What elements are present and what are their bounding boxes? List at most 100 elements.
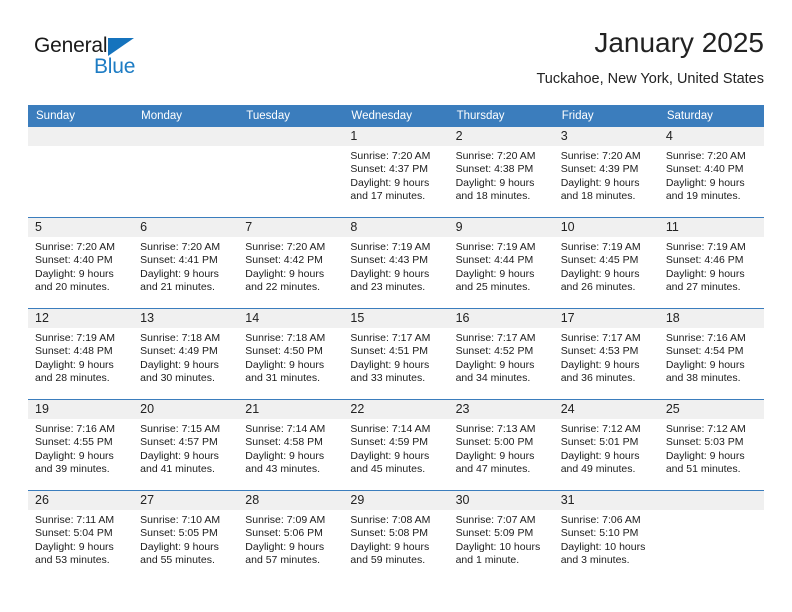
daylight-text-line1: Daylight: 9 hours	[245, 267, 325, 280]
title-block: January 2025 Tuckahoe, New York, United …	[536, 26, 764, 89]
daylight-text-line2: and 20 minutes.	[35, 281, 110, 294]
daylight-text-line2: and 1 minute.	[455, 554, 520, 567]
calendar-day-cell[interactable]: 10 Sunrise: 7:19 AM Sunset: 4:45 PM Dayligh…	[553, 217, 659, 309]
daylight-text-line2: and 47 minutes.	[455, 463, 531, 476]
calendar-day-cell[interactable]: 16 Sunrise: 7:17 AM Sunset: 4:52 PM Dayligh…	[448, 308, 554, 400]
sunset-text: Sunset: 5:01 PM	[560, 436, 639, 449]
sunset-text: Sunset: 5:10 PM	[560, 527, 639, 540]
calendar-day-cell[interactable]: 14 Sunrise: 7:18 AM Sunset: 4:50 PM Dayligh…	[238, 308, 344, 400]
sunset-text: Sunset: 4:48 PM	[35, 345, 113, 358]
day-details: Sunrise: 7:06 AM Sunset: 5:10 PM Daylight:…	[554, 510, 659, 568]
daylight-text-line1: Daylight: 9 hours	[455, 267, 535, 280]
calendar-day-cell[interactable]: 27 Sunrise: 7:10 AM Sunset: 5:05 PM Dayligh…	[133, 490, 239, 581]
calendar-day-cell[interactable]: 20 Sunrise: 7:15 AM Sunset: 4:57 PM Dayligh…	[133, 399, 239, 491]
calendar-day-cell[interactable]: 9 Sunrise: 7:19 AM Sunset: 4:44 PM Daylight…	[448, 217, 554, 309]
sunrise-text: Sunrise: 7:06 AM	[560, 514, 641, 526]
calendar-day-cell[interactable]: 15 Sunrise: 7:17 AM Sunset: 4:51 PM Dayligh…	[343, 308, 449, 400]
daylight-text-line1: Daylight: 9 hours	[35, 449, 114, 462]
calendar-cell-inner: 26 Sunrise: 7:11 AM Sunset: 5:04 PM Dayligh…	[28, 491, 134, 581]
calendar-day-cell[interactable]: 29 Sunrise: 7:08 AM Sunset: 5:08 PM Dayligh…	[343, 490, 449, 581]
day-details: Sunrise: 7:20 AM Sunset: 4:40 PM Daylight:…	[28, 237, 133, 295]
sunset-text: Sunset: 5:05 PM	[140, 527, 218, 540]
daylight-text-line2: and 30 minutes.	[140, 372, 215, 385]
daylight-text-line1: Daylight: 9 hours	[350, 449, 430, 462]
sunset-text: Sunset: 4:57 PM	[140, 436, 218, 449]
daylight-text-line2: and 39 minutes.	[35, 463, 110, 476]
calendar-day-cell[interactable]: 22 Sunrise: 7:14 AM Sunset: 4:59 PM Dayligh…	[343, 399, 449, 491]
calendar-day-cell[interactable]: 1 Sunrise: 7:20 AM Sunset: 4:37 PM Daylight…	[343, 127, 449, 218]
day-details: Sunrise: 7:20 AM Sunset: 4:39 PM Daylight:…	[554, 146, 659, 204]
sunrise-text: Sunrise: 7:19 AM	[665, 241, 746, 253]
day-details: Sunrise: 7:17 AM Sunset: 4:53 PM Daylight:…	[554, 328, 659, 386]
day-details: Sunrise: 7:19 AM Sunset: 4:45 PM Daylight:…	[554, 237, 659, 295]
calendar-cell-inner: 30 Sunrise: 7:07 AM Sunset: 5:09 PM Dayligh…	[448, 491, 554, 581]
calendar-day-cell[interactable]: 13 Sunrise: 7:18 AM Sunset: 4:49 PM Dayligh…	[133, 308, 239, 400]
calendar-day-cell[interactable]: 17 Sunrise: 7:17 AM Sunset: 4:53 PM Dayligh…	[553, 308, 659, 400]
daylight-text-line2: and 36 minutes.	[560, 372, 636, 385]
calendar-day-cell[interactable]: 5 Sunrise: 7:20 AM Sunset: 4:40 PM Daylight…	[28, 217, 134, 309]
calendar-day-cell[interactable]: 26 Sunrise: 7:11 AM Sunset: 5:04 PM Dayligh…	[28, 490, 134, 581]
day-number: 5	[28, 218, 134, 237]
general-blue-logo[interactable]: General Blue	[34, 34, 214, 86]
sunrise-text: Sunrise: 7:11 AM	[35, 514, 115, 526]
day-number: 27	[133, 491, 239, 510]
day-number: 4	[658, 127, 764, 146]
calendar-cell-inner: 17 Sunrise: 7:17 AM Sunset: 4:53 PM Dayligh…	[553, 309, 659, 400]
day-number	[238, 127, 344, 146]
calendar-cell-inner: 31 Sunrise: 7:06 AM Sunset: 5:10 PM Dayligh…	[553, 491, 659, 581]
day-number: 21	[238, 400, 344, 419]
calendar-day-cell[interactable]: 3 Sunrise: 7:20 AM Sunset: 4:39 PM Daylight…	[553, 127, 659, 218]
day-details: Sunrise: 7:20 AM Sunset: 4:37 PM Daylight:…	[343, 146, 448, 204]
calendar-day-cell[interactable]: 25 Sunrise: 7:12 AM Sunset: 5:03 PM Dayligh…	[658, 399, 764, 491]
day-number: 30	[448, 491, 554, 510]
calendar-cell-inner: 29 Sunrise: 7:08 AM Sunset: 5:08 PM Dayligh…	[343, 491, 449, 581]
calendar-day-cell[interactable]: 31 Sunrise: 7:06 AM Sunset: 5:10 PM Dayligh…	[553, 490, 659, 581]
sunset-text: Sunset: 4:50 PM	[245, 345, 323, 358]
sunrise-text: Sunrise: 7:16 AM	[665, 332, 746, 344]
calendar-day-cell[interactable]: 19 Sunrise: 7:16 AM Sunset: 4:55 PM Dayligh…	[28, 399, 134, 491]
daylight-text-line2: and 25 minutes.	[455, 281, 531, 294]
sunrise-text: Sunrise: 7:19 AM	[350, 241, 431, 253]
day-details: Sunrise: 7:14 AM Sunset: 4:58 PM Daylight:…	[238, 419, 343, 477]
sunset-text: Sunset: 4:54 PM	[665, 345, 744, 358]
calendar-day-cell[interactable]: 12 Sunrise: 7:19 AM Sunset: 4:48 PM Dayligh…	[28, 308, 134, 400]
day-details: Sunrise: 7:14 AM Sunset: 4:59 PM Daylight:…	[343, 419, 448, 477]
calendar-day-cell[interactable]: 28 Sunrise: 7:09 AM Sunset: 5:06 PM Dayligh…	[238, 490, 344, 581]
calendar-day-cell[interactable]: 4 Sunrise: 7:20 AM Sunset: 4:40 PM Daylight…	[658, 127, 764, 218]
calendar-day-cell[interactable]: 30 Sunrise: 7:07 AM Sunset: 5:09 PM Dayligh…	[448, 490, 554, 581]
calendar-day-cell[interactable]: 6 Sunrise: 7:20 AM Sunset: 4:41 PM Daylight…	[133, 217, 239, 309]
calendar-week-row: 12 Sunrise: 7:19 AM Sunset: 4:48 PM Dayligh…	[28, 308, 764, 400]
sunrise-text: Sunrise: 7:19 AM	[35, 332, 115, 344]
sunrise-text: Sunrise: 7:18 AM	[140, 332, 221, 344]
calendar-day-cell[interactable]: 24 Sunrise: 7:12 AM Sunset: 5:01 PM Dayligh…	[553, 399, 659, 491]
daylight-text-line1: Daylight: 10 hours	[455, 540, 541, 553]
daylight-text-line2: and 34 minutes.	[455, 372, 531, 385]
day-details: Sunrise: 7:19 AM Sunset: 4:44 PM Daylight:…	[449, 237, 554, 295]
day-number: 28	[238, 491, 344, 510]
sunset-text: Sunset: 4:43 PM	[350, 254, 429, 267]
daylight-text-line2: and 45 minutes.	[350, 463, 426, 476]
sunrise-text: Sunrise: 7:14 AM	[245, 423, 326, 435]
calendar-cell-inner: 4 Sunrise: 7:20 AM Sunset: 4:40 PM Daylight…	[658, 127, 764, 217]
day-details: Sunrise: 7:19 AM Sunset: 4:46 PM Daylight:…	[659, 237, 764, 295]
calendar-day-cell[interactable]: 8 Sunrise: 7:19 AM Sunset: 4:43 PM Daylight…	[343, 217, 449, 309]
daylight-text-line2: and 38 minutes.	[665, 372, 741, 385]
page-header: General Blue January 2025 Tuckahoe, New …	[28, 26, 764, 100]
day-details: Sunrise: 7:20 AM Sunset: 4:41 PM Daylight:…	[133, 237, 238, 295]
calendar-cell-inner: 27 Sunrise: 7:10 AM Sunset: 5:05 PM Dayligh…	[133, 491, 239, 581]
calendar-day-cell[interactable]: 7 Sunrise: 7:20 AM Sunset: 4:42 PM Daylight…	[238, 217, 344, 309]
calendar-cell-inner	[133, 127, 239, 217]
day-number: 6	[133, 218, 239, 237]
sunrise-text: Sunrise: 7:16 AM	[35, 423, 115, 435]
day-details: Sunrise: 7:11 AM Sunset: 5:04 PM Daylight:…	[28, 510, 133, 568]
calendar-day-cell[interactable]: 2 Sunrise: 7:20 AM Sunset: 4:38 PM Daylight…	[448, 127, 554, 218]
day-number: 13	[133, 309, 239, 328]
daylight-text-line2: and 57 minutes.	[245, 554, 320, 567]
calendar-day-cell[interactable]: 11 Sunrise: 7:19 AM Sunset: 4:46 PM Dayligh…	[658, 217, 764, 309]
calendar-day-cell[interactable]: 18 Sunrise: 7:16 AM Sunset: 4:54 PM Dayligh…	[658, 308, 764, 400]
day-number	[28, 127, 134, 146]
calendar-day-cell[interactable]: 23 Sunrise: 7:13 AM Sunset: 5:00 PM Dayligh…	[448, 399, 554, 491]
calendar-day-cell[interactable]: 21 Sunrise: 7:14 AM Sunset: 4:58 PM Dayligh…	[238, 399, 344, 491]
calendar-cell-inner: 13 Sunrise: 7:18 AM Sunset: 4:49 PM Dayligh…	[133, 309, 239, 400]
sunset-text: Sunset: 5:00 PM	[455, 436, 534, 449]
